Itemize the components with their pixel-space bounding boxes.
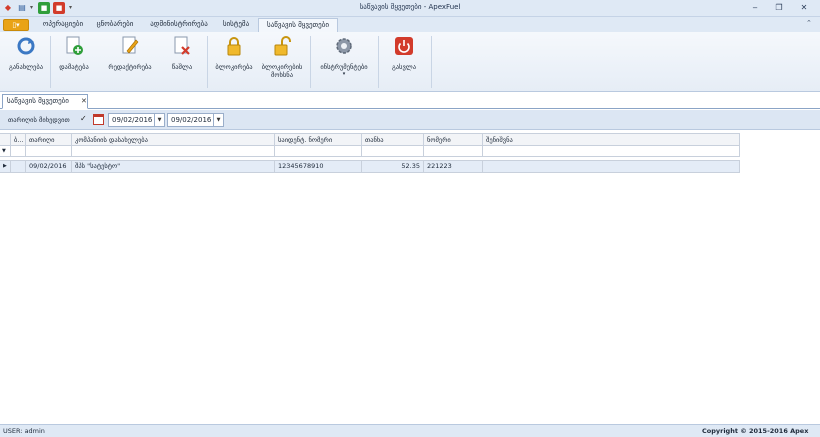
maximize-button[interactable]: ❐ (770, 1, 788, 15)
column-header[interactable]: ნომერი (424, 134, 483, 146)
row-indicator-header (0, 134, 11, 146)
cell-amount: 52.35 (362, 161, 424, 172)
chevron-down-icon[interactable]: ▼ (154, 114, 164, 126)
calendar-icon (93, 114, 104, 125)
lock-label: ბლოკირება (215, 63, 253, 71)
filter-cell[interactable] (362, 146, 424, 156)
tab-system[interactable]: სისტემა (218, 18, 254, 32)
document-tab-strip: საწვავის მყვეთები ✕ (0, 93, 820, 109)
green-square-icon[interactable]: ■ (38, 2, 50, 14)
filter-cell[interactable] (26, 146, 72, 156)
lock-button[interactable]: ბლოკირება (212, 34, 256, 86)
gear-icon (333, 35, 355, 57)
date-to-input[interactable]: 09/02/2016 ▼ (167, 113, 224, 127)
tab-fuel-vouchers[interactable]: საწვავის მყვეთები (258, 18, 338, 32)
refresh-button[interactable]: განახლება (6, 34, 46, 86)
status-bar: USER: admin Copyright © 2015-2016 Apex L… (0, 424, 820, 437)
filter-cell[interactable] (11, 146, 26, 156)
exit-button[interactable]: გასვლა (384, 34, 424, 86)
cell-date: 09/02/2016 (26, 161, 72, 172)
ribbon-separator (50, 36, 51, 88)
row-pointer-icon: ▶ (0, 161, 11, 172)
ribbon: განახლება დამატება რედაქტირება წაშლა ბლო… (0, 32, 820, 92)
status-copyright: Copyright © 2015-2016 Apex Ltd. (702, 427, 809, 435)
status-user: USER: admin (3, 427, 45, 435)
tab-administration[interactable]: ადმინისტრირება (143, 18, 215, 32)
edit-button[interactable]: რედაქტირება (104, 34, 156, 86)
filter-bar: თარიღის მიხედვით ✓ 09/02/2016 ▼ 09/02/20… (0, 110, 820, 130)
refresh-icon (15, 35, 37, 57)
chevron-down-icon[interactable]: ▼ (213, 114, 223, 126)
tab-references[interactable]: ცნობარები (91, 18, 139, 32)
column-header[interactable]: თარიღი (26, 134, 72, 146)
delete-document-icon (171, 35, 193, 57)
data-grid: ბ... თარიღი კომპანიის დასახელება საიდენტ… (0, 130, 820, 415)
add-label: დამატება (59, 63, 89, 71)
dropdown-icon[interactable]: ▾ (67, 2, 74, 14)
unlock-icon (271, 35, 293, 57)
close-icon[interactable]: ✕ (81, 95, 87, 108)
cell-note (483, 161, 740, 172)
filter-cell[interactable] (424, 146, 483, 156)
ribbon-separator (207, 36, 208, 88)
cell-number: 221223 (424, 161, 483, 172)
ribbon-separator (378, 36, 379, 88)
window-title: საწვავის მყვეთები - ApexFuel (359, 3, 461, 11)
minimize-button[interactable]: ‒ (746, 1, 764, 15)
filter-cell[interactable] (275, 146, 362, 156)
ribbon-separator (310, 36, 311, 88)
column-header[interactable]: შენიშვნა (483, 134, 740, 146)
dropdown-icon[interactable]: ▾ (28, 2, 35, 14)
cell-b (11, 161, 26, 172)
power-icon (393, 35, 415, 57)
table-row[interactable]: ▶ 09/02/2016 შპს "სატესტო" 12345678910 5… (0, 160, 740, 173)
edit-document-icon (119, 35, 141, 57)
document-tab-label: საწვავის მყვეთები (7, 97, 69, 105)
add-button[interactable]: დამატება (54, 34, 94, 86)
column-header[interactable]: თანხა (362, 134, 424, 146)
document-tab-fuel-vouchers[interactable]: საწვავის მყვეთები ✕ (2, 94, 88, 109)
grid-header: ბ... თარიღი კომპანიის დასახელება საიდენტ… (0, 133, 740, 146)
delete-button[interactable]: წაშლა (164, 34, 200, 86)
unlock-label: ბლოკირების მოხსნა (261, 63, 303, 79)
title-bar: ◆ ▤ ▾ ■ ■ ▾ საწვავის მყვეთები - ApexFuel… (0, 0, 820, 17)
ribbon-collapse-icon[interactable]: ⌃ (806, 19, 812, 27)
unlock-button[interactable]: ბლოკირების მოხსნა (258, 34, 306, 86)
date-filter-checkbox[interactable]: ✓ (80, 115, 89, 124)
add-document-icon (63, 35, 85, 57)
ribbon-separator (431, 36, 432, 88)
filter-cell[interactable] (483, 146, 740, 156)
filter-icon: ▼ (0, 146, 11, 156)
tools-button[interactable]: ინსტრუმენტები ▾ (314, 34, 374, 86)
date-to-value: 09/02/2016 (171, 116, 212, 124)
date-filter-label: თარიღის მიხედვით (8, 116, 70, 124)
save-icon[interactable]: ▤ (16, 2, 28, 14)
tools-label: ინსტრუმენტები (320, 63, 368, 71)
column-header[interactable]: ბ... (11, 134, 26, 146)
delete-label: წაშლა (171, 63, 193, 71)
red-square-icon[interactable]: ■ (53, 2, 65, 14)
refresh-label: განახლება (8, 63, 44, 71)
lock-icon (223, 35, 245, 57)
ribbon-tab-bar: ▯▾ ოპერაციები ცნობარები ადმინისტრირება ს… (0, 17, 820, 32)
close-button[interactable]: ✕ (795, 1, 813, 15)
tools-dropdown-icon: ▾ (342, 71, 346, 77)
filter-cell[interactable] (72, 146, 275, 156)
column-header[interactable]: კომპანიის დასახელება (72, 134, 275, 146)
tab-operations[interactable]: ოპერაციები (36, 18, 90, 32)
file-menu-button[interactable]: ▯▾ (3, 19, 29, 31)
cell-company: შპს "სატესტო" (72, 161, 275, 172)
column-header[interactable]: საიდენტ. ნომერი (275, 134, 362, 146)
grid-filter-row[interactable]: ▼ (0, 146, 740, 157)
edit-label: რედაქტირება (108, 63, 152, 71)
date-from-value: 09/02/2016 (112, 116, 153, 124)
exit-label: გასვლა (391, 63, 417, 71)
cell-id-number: 12345678910 (275, 161, 362, 172)
date-from-input[interactable]: 09/02/2016 ▼ (108, 113, 165, 127)
app-icon[interactable]: ◆ (2, 2, 14, 14)
